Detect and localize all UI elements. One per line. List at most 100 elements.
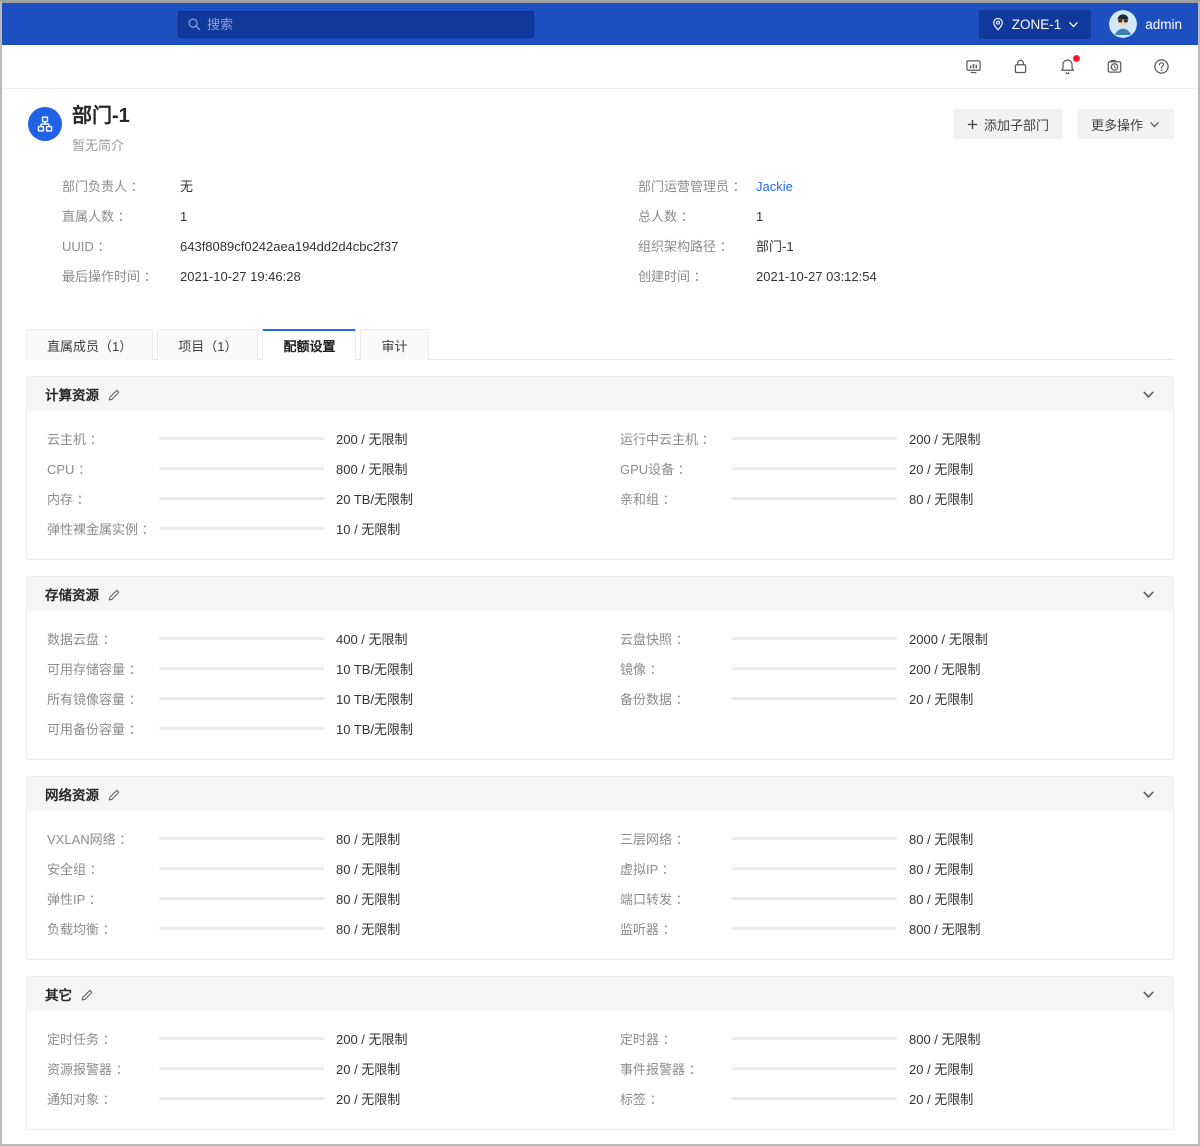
quota-column-left: 云主机 ：200 / 无限制 CPU ：800 / 无限制 内存 ：20 TB/… [47, 423, 580, 543]
quota-row: 负载均衡 ：80 / 无限制 [47, 913, 580, 943]
quota-value: 20 TB/无限制 [336, 489, 413, 508]
quota-row: 监听器 ：800 / 无限制 [620, 913, 1153, 943]
info-row: UUID ：643f8089cf0242aea194dd2d4cbc2f37 [62, 236, 598, 266]
quota-row: 端口转发 ：80 / 无限制 [620, 883, 1153, 913]
section-title: 其它 [45, 984, 72, 1004]
add-button-label: 添加子部门 [984, 115, 1049, 134]
quota-progress-bar [732, 667, 897, 670]
quota-progress-bar [732, 1097, 897, 1100]
quota-value: 800 / 无限制 [909, 1029, 981, 1048]
section-title: 计算资源 [45, 384, 99, 404]
quota-progress-bar [732, 437, 897, 440]
quota-progress-bar [732, 467, 897, 470]
quota-column-left: VXLAN网络 ：80 / 无限制 安全组 ：80 / 无限制 弹性IP ：80… [47, 823, 580, 943]
quota-value: 80 / 无限制 [909, 829, 973, 848]
console-icon[interactable] [965, 58, 982, 75]
tab-audit[interactable]: 审计 [360, 329, 428, 360]
section-header: 存储资源 [27, 577, 1173, 611]
info-column-left: 部门负责人 ：无 直属人数 ：1 UUID ：643f8089cf0242aea… [62, 176, 598, 296]
quota-row: 安全组 ：80 / 无限制 [47, 853, 580, 883]
username-label: admin [1145, 17, 1182, 32]
quota-progress-bar [732, 867, 897, 870]
info-value: 部门-1 [756, 236, 794, 255]
quota-value: 800 / 无限制 [336, 459, 408, 478]
info-row: 部门运营管理员 ：Jackie [638, 176, 1174, 206]
quota-progress-bar [732, 1037, 897, 1040]
global-search-box[interactable] [178, 11, 534, 38]
quota-progress-bar [159, 727, 324, 730]
lock-icon[interactable] [1012, 58, 1029, 75]
quota-row: 内存 ：20 TB/无限制 [47, 483, 580, 513]
quota-value: 2000 / 无限制 [909, 629, 988, 648]
quota-column-left: 定时任务 ：200 / 无限制 资源报警器 ：20 / 无限制 通知对象 ：20… [47, 1023, 580, 1113]
quota-value: 20 / 无限制 [909, 1059, 973, 1078]
zone-label: ZONE-1 [1012, 17, 1062, 32]
quota-value: 10 TB/无限制 [336, 719, 413, 738]
user-menu[interactable]: admin [1109, 10, 1182, 38]
quota-row: CPU ：800 / 无限制 [47, 453, 580, 483]
detail-tabs: 直属成员（1） 项目（1） 配额设置 审计 [26, 328, 1174, 360]
admin-user-link[interactable]: Jackie [756, 179, 793, 194]
add-sub-department-button[interactable]: 添加子部门 [953, 109, 1063, 139]
section-header: 其它 [27, 977, 1173, 1011]
quota-row: 运行中云主机 ：200 / 无限制 [620, 423, 1153, 453]
edit-icon[interactable] [80, 988, 93, 1001]
quota-progress-bar [732, 1067, 897, 1070]
quota-progress-bar [732, 697, 897, 700]
chevron-down-icon [1068, 19, 1079, 30]
quota-column-right: 三层网络 ：80 / 无限制 虚拟IP ：80 / 无限制 端口转发 ：80 /… [620, 823, 1153, 943]
quota-progress-bar [732, 897, 897, 900]
quota-column-right: 运行中云主机 ：200 / 无限制 GPU设备 ：20 / 无限制 亲和组 ：8… [620, 423, 1153, 543]
quota-value: 200 / 无限制 [909, 429, 981, 448]
quota-row: 可用备份容量 ：10 TB/无限制 [47, 713, 580, 743]
search-icon [187, 17, 201, 31]
collapse-chevron-icon[interactable] [1142, 988, 1155, 1001]
collapse-chevron-icon[interactable] [1142, 588, 1155, 601]
tab-direct-members[interactable]: 直属成员（1） [26, 329, 153, 360]
quota-row: 弹性裸金属实例 ：10 / 无限制 [47, 513, 580, 543]
quota-value: 10 TB/无限制 [336, 689, 413, 708]
section-network-resources: 网络资源 VXLAN网络 ：80 / 无限制 安全组 ：80 / 无限制 弹性I… [26, 776, 1174, 960]
info-row: 总人数 ：1 [638, 206, 1174, 236]
notification-bell-icon[interactable] [1059, 58, 1076, 75]
info-row: 部门负责人 ：无 [62, 176, 598, 206]
info-column-right: 部门运营管理员 ：Jackie 总人数 ：1 组织架构路径 ：部门-1 创建时间… [638, 176, 1174, 296]
help-icon[interactable] [1153, 58, 1170, 75]
quota-row: 所有镜像容量 ：10 TB/无限制 [47, 683, 580, 713]
quota-value: 10 / 无限制 [336, 519, 400, 538]
info-row: 最后操作时间 ：2021-10-27 19:46:28 [62, 266, 598, 296]
secondary-toolbar [2, 45, 1198, 89]
operation-log-icon[interactable] [1106, 58, 1123, 75]
quota-value: 20 / 无限制 [909, 689, 973, 708]
zone-selector[interactable]: ZONE-1 [979, 10, 1092, 39]
quota-value: 400 / 无限制 [336, 629, 408, 648]
quota-value: 80 / 无限制 [336, 859, 400, 878]
quota-row: 虚拟IP ：80 / 无限制 [620, 853, 1153, 883]
edit-icon[interactable] [107, 388, 120, 401]
section-compute-resources: 计算资源 云主机 ：200 / 无限制 CPU ：800 / 无限制 内存 ：2… [26, 376, 1174, 560]
collapse-chevron-icon[interactable] [1142, 388, 1155, 401]
quota-progress-bar [159, 1067, 324, 1070]
section-header: 网络资源 [27, 777, 1173, 811]
quota-value: 20 / 无限制 [909, 1089, 973, 1108]
tab-quota-settings[interactable]: 配额设置 [262, 329, 356, 360]
quota-column-right: 云盘快照 ：2000 / 无限制 镜像 ：200 / 无限制 备份数据 ：20 … [620, 623, 1153, 743]
more-actions-button[interactable]: 更多操作 [1077, 109, 1174, 139]
edit-icon[interactable] [107, 788, 120, 801]
quota-value: 800 / 无限制 [909, 919, 981, 938]
quota-value: 200 / 无限制 [336, 429, 408, 448]
quota-row: 定时器 ：800 / 无限制 [620, 1023, 1153, 1053]
quota-value: 80 / 无限制 [909, 489, 973, 508]
quota-progress-bar [159, 527, 324, 530]
section-body: 定时任务 ：200 / 无限制 资源报警器 ：20 / 无限制 通知对象 ：20… [27, 1011, 1173, 1129]
search-input[interactable] [207, 17, 525, 32]
quota-row: 弹性IP ：80 / 无限制 [47, 883, 580, 913]
quota-value: 80 / 无限制 [336, 829, 400, 848]
department-icon [28, 107, 62, 141]
collapse-chevron-icon[interactable] [1142, 788, 1155, 801]
quota-row: 亲和组 ：80 / 无限制 [620, 483, 1153, 513]
edit-icon[interactable] [107, 588, 120, 601]
quota-row: 云盘快照 ：2000 / 无限制 [620, 623, 1153, 653]
quota-progress-bar [159, 1097, 324, 1100]
tab-projects[interactable]: 项目（1） [157, 329, 258, 360]
